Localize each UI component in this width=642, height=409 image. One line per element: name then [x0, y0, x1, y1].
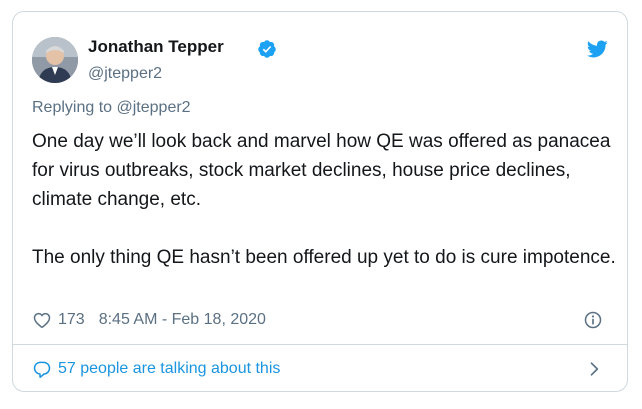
divider — [13, 344, 627, 345]
replying-to-handle[interactable]: @jtepper2 — [117, 99, 191, 116]
tweet-meta: 173 8:45 AM - Feb 18, 2020 — [32, 309, 266, 331]
tweet-card[interactable]: Jonathan Tepper @jtepper2 Replying to @j… — [12, 11, 628, 392]
like-count[interactable]: 173 — [58, 311, 85, 329]
display-name[interactable]: Jonathan Tepper — [88, 37, 224, 57]
tweet-paragraph: One day we’ll look back and marvel how Q… — [32, 131, 611, 210]
heart-icon[interactable] — [32, 310, 52, 330]
speech-bubble-icon — [33, 361, 51, 378]
tweet-paragraph: The only thing QE hasn’t been offered up… — [32, 247, 616, 268]
tweet-text: One day we’ll look back and marvel how Q… — [32, 127, 622, 272]
avatar[interactable] — [32, 37, 78, 83]
tweet-timestamp[interactable]: 8:45 AM - Feb 18, 2020 — [99, 311, 266, 329]
replying-to-prefix: Replying to — [32, 99, 117, 116]
user-handle[interactable]: @jtepper2 — [88, 65, 162, 83]
verified-badge-icon — [258, 40, 276, 58]
chevron-right-icon[interactable] — [584, 359, 604, 379]
conversation-link[interactable]: 57 people are talking about this — [32, 358, 280, 380]
conversation-label[interactable]: 57 people are talking about this — [58, 360, 280, 378]
replying-to: Replying to @jtepper2 — [32, 99, 191, 117]
twitter-bird-icon[interactable] — [585, 38, 609, 60]
info-icon[interactable] — [583, 310, 603, 330]
